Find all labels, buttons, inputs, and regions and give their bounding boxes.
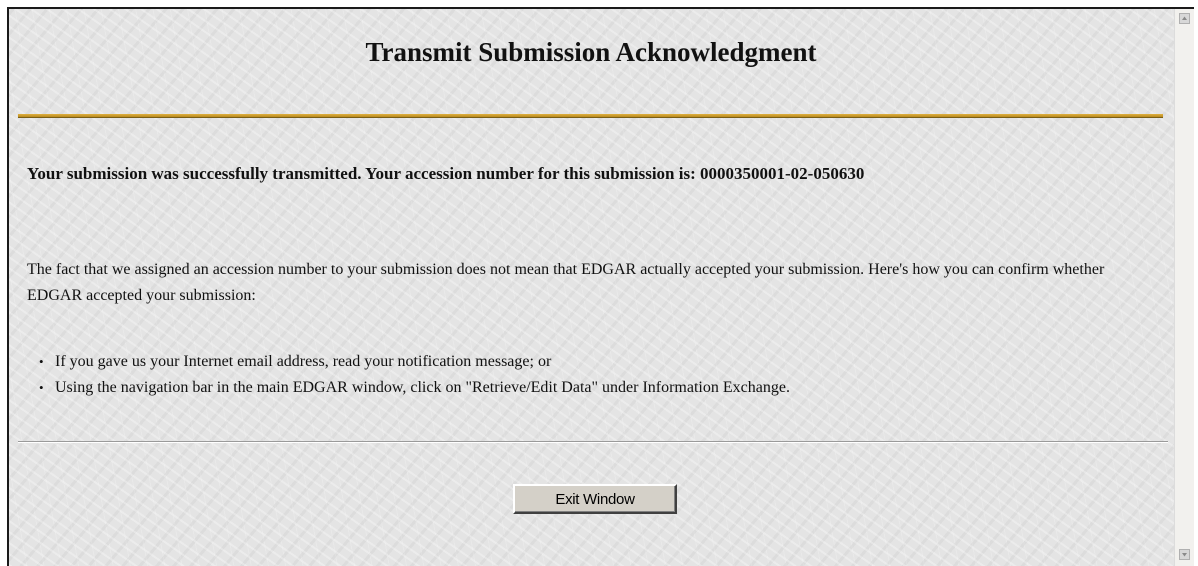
- exit-window-button[interactable]: Exit Window: [513, 484, 677, 514]
- bullet-icon: •: [39, 380, 44, 395]
- bullet-icon: •: [39, 354, 44, 369]
- page-content: Transmit Submission Acknowledgment Your …: [9, 9, 1173, 566]
- step-text: Using the navigation bar in the main EDG…: [55, 379, 790, 396]
- list-item: • Using the navigation bar in the main E…: [39, 375, 1167, 401]
- scroll-up-arrow-icon: [1182, 16, 1187, 20]
- list-item: • If you gave us your Internet email add…: [39, 349, 1167, 375]
- page-title: Transmit Submission Acknowledgment: [365, 37, 817, 67]
- acknowledgment-window: Transmit Submission Acknowledgment Your …: [7, 7, 1194, 566]
- scroll-down-button[interactable]: [1179, 549, 1190, 560]
- info-message: The fact that we assigned an accession n…: [27, 261, 1105, 304]
- vertical-scrollbar[interactable]: [1174, 9, 1194, 566]
- step-text: If you gave us your Internet email addre…: [55, 353, 552, 370]
- scroll-down-arrow-icon: [1182, 553, 1187, 557]
- title-divider: [18, 114, 1163, 118]
- confirmation-steps-list: • If you gave us your Internet email add…: [27, 349, 1167, 401]
- success-message: Your submission was successfully transmi…: [27, 164, 865, 183]
- section-divider: [18, 441, 1168, 443]
- scroll-up-button[interactable]: [1179, 13, 1190, 24]
